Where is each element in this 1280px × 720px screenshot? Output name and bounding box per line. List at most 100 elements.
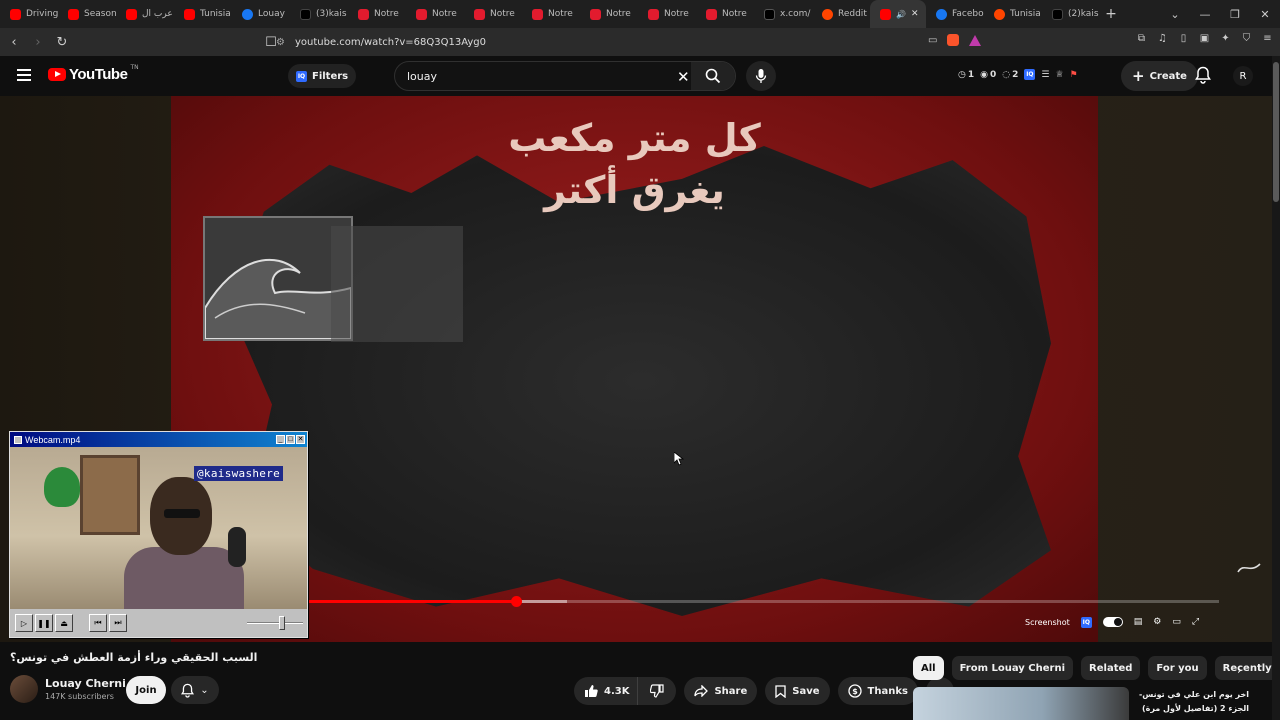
wallet-icon[interactable]: ▣ xyxy=(1198,32,1211,45)
browser-tab[interactable]: Facebo xyxy=(926,0,984,28)
channel-watermark-icon[interactable] xyxy=(1236,558,1262,578)
seek-bar[interactable] xyxy=(309,596,1219,607)
browser-tab[interactable]: Notre xyxy=(638,0,696,28)
like-button[interactable]: 4.3K xyxy=(574,677,638,705)
list-icon[interactable]: ☰ xyxy=(1041,70,1049,80)
browser-tab[interactable]: عرب ال xyxy=(116,0,174,28)
account-avatar[interactable]: R xyxy=(1233,66,1253,86)
leo-icon[interactable]: ✦ xyxy=(1219,32,1232,45)
webcam-volume-slider[interactable] xyxy=(247,616,303,630)
browser-tab[interactable]: Notre xyxy=(522,0,580,28)
back-icon[interactable]: ‹ xyxy=(4,32,24,52)
chip[interactable]: Related xyxy=(1081,656,1141,680)
stat-clock[interactable]: ◷ 1 xyxy=(958,70,974,80)
chip[interactable]: For you xyxy=(1148,656,1207,680)
alert-icon[interactable]: ⚑ xyxy=(1070,70,1078,80)
recommended-title[interactable]: اخر يوم ابن علي في تونس- الجزء 2 (تفاصيل… xyxy=(1134,688,1249,716)
media-icon[interactable]: ♫ xyxy=(1156,32,1169,45)
autoplay-toggle[interactable] xyxy=(1102,617,1123,627)
browser-tab[interactable]: x.com/ xyxy=(754,0,812,28)
youtube-logo[interactable]: YouTube TN xyxy=(48,64,139,83)
browser-tab[interactable]: Louay xyxy=(232,0,290,28)
site-info-icon[interactable]: ⚙ xyxy=(276,37,285,48)
captions-icon[interactable]: ▤ xyxy=(1134,617,1143,627)
vpn-icon[interactable]: ⛉ xyxy=(1240,32,1253,45)
channel-name[interactable]: Louay Cherni xyxy=(45,677,126,690)
iq-player-icon[interactable]: IQ xyxy=(1080,616,1092,628)
cast-icon[interactable]: ▭ xyxy=(928,35,937,46)
join-button[interactable]: Join xyxy=(126,676,166,704)
forward-icon[interactable]: › xyxy=(28,32,48,52)
stat-eye[interactable]: ◉ 0 xyxy=(980,70,996,80)
chip[interactable]: Recently uploa xyxy=(1214,656,1280,680)
browser-tab[interactable]: Driving xyxy=(0,0,58,28)
clear-search-icon[interactable]: ✕ xyxy=(677,68,690,86)
filters-button[interactable]: IQ Filters xyxy=(288,64,357,88)
brave-rewards-icon[interactable] xyxy=(969,34,982,46)
settings-icon[interactable]: ⚙ xyxy=(1153,617,1161,627)
browser-tab[interactable]: Reddit xyxy=(812,0,870,28)
webcam-window[interactable]: Webcam.mp4 _ □ ✕ @kaiswashere ▷ ❚❚ ⏏ ⏮ ⏭ xyxy=(9,431,308,638)
browser-tab[interactable]: Tunisia xyxy=(174,0,232,28)
webcam-next-icon[interactable]: ⏭ xyxy=(109,614,127,632)
channel-avatar[interactable] xyxy=(10,675,38,703)
guide-menu-icon[interactable] xyxy=(17,69,31,81)
webcam-titlebar[interactable]: Webcam.mp4 _ □ ✕ xyxy=(10,432,307,447)
iq-extension-icon[interactable]: IQ xyxy=(1024,69,1036,80)
minimize-icon[interactable]: — xyxy=(1190,8,1220,21)
dislike-button[interactable] xyxy=(637,677,677,705)
browser-tab[interactable]: Season xyxy=(58,0,116,28)
browser-tab[interactable]: Notre xyxy=(464,0,522,28)
search-input[interactable] xyxy=(407,69,667,83)
notifications-button[interactable] xyxy=(1195,66,1211,88)
fullscreen-icon[interactable]: ⤢ xyxy=(1192,617,1199,627)
maximize-icon[interactable]: ❐ xyxy=(1220,8,1250,21)
chip[interactable]: All xyxy=(913,656,944,680)
tab-list-icon[interactable]: ⌄ xyxy=(1160,8,1190,21)
webcam-pause-icon[interactable]: ❚❚ xyxy=(35,614,53,632)
save-button[interactable]: Save xyxy=(765,677,830,705)
webcam-eject-icon[interactable]: ⏏ xyxy=(55,614,73,632)
scrollbar-thumb[interactable] xyxy=(1273,62,1279,202)
stat-comment[interactable]: ◌ 2 xyxy=(1002,70,1018,80)
browser-tab[interactable]: 🔊 ✕ xyxy=(870,0,926,28)
search-button[interactable] xyxy=(691,62,735,90)
chevron-right-icon[interactable]: › xyxy=(1237,663,1242,677)
browser-tab[interactable]: Notre xyxy=(348,0,406,28)
screenshot-button[interactable]: Screenshot xyxy=(1025,618,1070,627)
new-tab-icon[interactable]: + xyxy=(1100,6,1122,22)
browser-tab[interactable]: (3)kais xyxy=(290,0,348,28)
like-count: 4.3K xyxy=(604,685,630,697)
seek-bar-knob[interactable] xyxy=(510,596,522,607)
browser-tab[interactable]: Tunisia xyxy=(984,0,1042,28)
browser-tab[interactable]: Notre xyxy=(406,0,464,28)
url-field[interactable]: ⚙ youtube.com/watch?v=68Q3Q13Ayg0 xyxy=(276,33,1004,52)
webcam-close-icon[interactable]: ✕ xyxy=(296,435,305,444)
extensions-icon[interactable]: ⧉ xyxy=(1135,32,1148,45)
create-button[interactable]: + Create xyxy=(1121,61,1198,91)
webcam-play-icon[interactable]: ▷ xyxy=(15,614,33,632)
webcam-maximize-icon[interactable]: □ xyxy=(286,435,295,444)
reload-icon[interactable]: ↻ xyxy=(52,32,72,52)
subscription-bell-button[interactable]: ⌄ xyxy=(171,676,219,704)
browser-tab[interactable]: (2)kais xyxy=(1042,0,1100,28)
tab-label: Season xyxy=(84,9,116,19)
menu-icon[interactable]: ≡ xyxy=(1261,32,1274,45)
theater-mode-icon[interactable]: ▭ xyxy=(1172,617,1181,627)
voice-search-button[interactable] xyxy=(746,61,776,91)
trophy-icon[interactable]: ♕ xyxy=(1055,70,1063,80)
close-window-icon[interactable]: ✕ xyxy=(1250,8,1280,21)
thanks-button[interactable]: $ Thanks xyxy=(837,677,918,705)
sidebar-icon[interactable]: ▯ xyxy=(1177,32,1190,45)
webcam-minimize-icon[interactable]: _ xyxy=(276,435,285,444)
share-button[interactable]: Share xyxy=(684,677,758,705)
audio-playing-icon[interactable]: 🔊 xyxy=(896,10,906,19)
recommended-thumbnail[interactable] xyxy=(913,687,1129,720)
browser-tab[interactable]: Notre xyxy=(696,0,754,28)
brave-shield-icon[interactable] xyxy=(947,34,960,46)
chip[interactable]: From Louay Cherni xyxy=(951,656,1074,680)
webcam-prev-icon[interactable]: ⏮ xyxy=(89,614,107,632)
page-scrollbar[interactable] xyxy=(1272,56,1280,720)
browser-tab[interactable]: Notre xyxy=(580,0,638,28)
close-tab-icon[interactable]: ✕ xyxy=(911,9,919,19)
